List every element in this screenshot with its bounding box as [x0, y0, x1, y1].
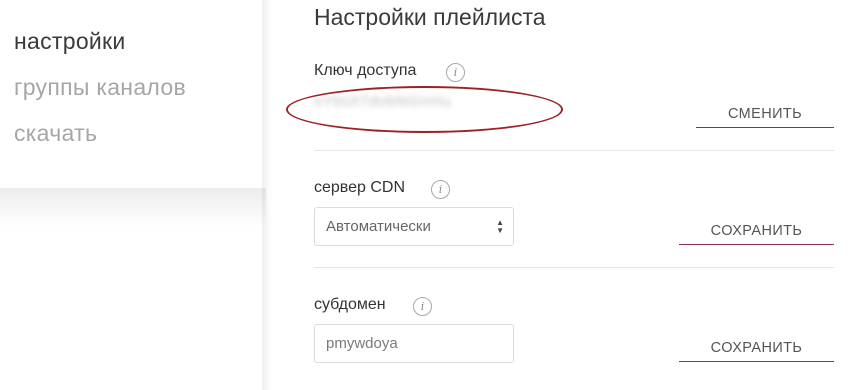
subdomain-label: субдомен [314, 296, 386, 313]
access-key-label: Ключ доступа [314, 62, 417, 79]
access-key-info-icon[interactable]: i [446, 63, 465, 82]
sidebar-shadow [0, 188, 266, 228]
subdomain-info-icon[interactable]: i [413, 297, 432, 316]
cdn-info-icon[interactable]: i [431, 180, 450, 199]
divider [314, 267, 834, 268]
change-key-button[interactable]: СМЕНИТЬ [696, 100, 834, 128]
sidebar-edge-shadow [262, 0, 272, 390]
save-cdn-button[interactable]: СОХРАНИТЬ [679, 217, 834, 245]
sidebar-item-download[interactable]: скачать [14, 120, 97, 147]
subdomain-input[interactable] [314, 324, 514, 363]
cdn-select[interactable]: Автоматически ▲ ▼ [314, 207, 514, 246]
annotation-ellipse [286, 86, 563, 133]
divider [314, 150, 834, 151]
sidebar-menu: настройки группы каналов скачать [0, 0, 266, 188]
sidebar-item-settings[interactable]: настройки [14, 28, 126, 55]
select-arrows-icon: ▲ ▼ [496, 218, 504, 235]
cdn-select-value: Автоматически [326, 218, 431, 235]
page-title: Настройки плейлиста [314, 4, 546, 30]
save-subdomain-button[interactable]: СОХРАНИТЬ [679, 334, 834, 362]
cdn-label: сервер CDN [314, 179, 406, 196]
sidebar-item-channel-groups[interactable]: группы каналов [14, 74, 186, 101]
